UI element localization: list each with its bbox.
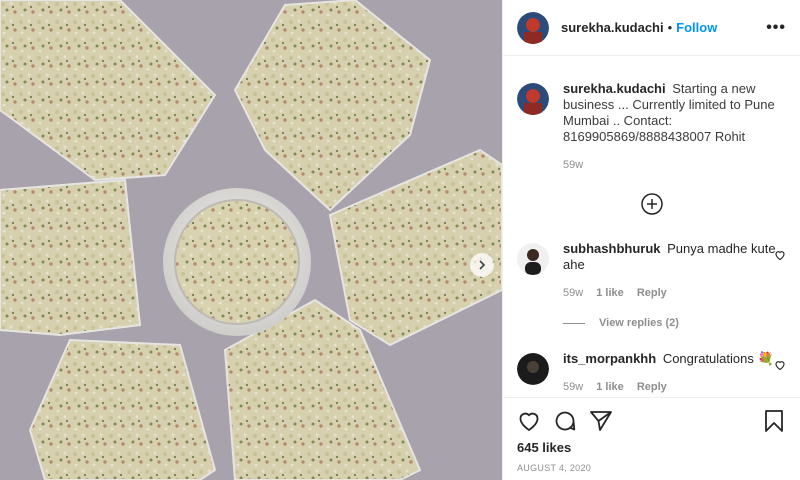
- comment-text: Congratulations 💐: [662, 351, 774, 366]
- action-icons: [517, 406, 786, 436]
- view-replies-button[interactable]: View replies (2): [563, 317, 679, 329]
- separator-dot: •: [667, 20, 673, 35]
- caption: surekha.kudachi Starting a new business …: [517, 81, 786, 173]
- next-image-button[interactable]: [470, 253, 494, 277]
- post-side-panel: surekha.kudachi • Follow ••• surekha.kud…: [502, 0, 800, 480]
- comment-meta: 59w 1 like Reply: [563, 379, 786, 395]
- post-image: [0, 0, 502, 480]
- comment-icon[interactable]: [553, 409, 577, 433]
- chevron-right-icon: [477, 260, 487, 270]
- bookmark-icon[interactable]: [762, 409, 786, 433]
- comment-age[interactable]: 59w: [563, 381, 583, 393]
- heart-icon[interactable]: [517, 409, 541, 433]
- plus-circle-icon: [640, 193, 664, 219]
- post-date[interactable]: AUGUST 4, 2020: [517, 463, 786, 473]
- load-more-comments-button[interactable]: [640, 192, 664, 216]
- commenter-avatar[interactable]: [517, 353, 549, 385]
- comment-username[interactable]: its_morpankhh: [563, 351, 656, 366]
- comment-item: its_morpankhh Congratulations 💐 59w 1 li…: [517, 351, 786, 395]
- caption-meta: 59w: [563, 157, 786, 173]
- comment-like-count[interactable]: 1 like: [596, 287, 624, 299]
- caption-age[interactable]: 59w: [563, 159, 583, 171]
- comment-heart-icon[interactable]: [774, 249, 786, 264]
- comment-meta: 59w 1 like Reply: [563, 285, 786, 301]
- caption-username[interactable]: surekha.kudachi: [563, 81, 666, 96]
- post-header: surekha.kudachi • Follow •••: [503, 0, 800, 56]
- post-photo: [0, 0, 502, 480]
- post-actions: 645 likes AUGUST 4, 2020: [503, 397, 800, 473]
- comment-item: subhashbhuruk Punya madhe kute ahe 59w 1…: [517, 241, 786, 301]
- comment-like-count[interactable]: 1 like: [596, 381, 624, 393]
- reply-button[interactable]: Reply: [637, 287, 667, 299]
- share-icon[interactable]: [589, 409, 613, 433]
- comment-body: its_morpankhh Congratulations 💐 59w 1 li…: [563, 351, 786, 395]
- comment-body: subhashbhuruk Punya madhe kute ahe 59w 1…: [563, 241, 786, 301]
- reply-button[interactable]: Reply: [637, 381, 667, 393]
- follow-button[interactable]: Follow: [676, 20, 717, 35]
- comment-heart-icon[interactable]: [774, 359, 786, 374]
- author-avatar[interactable]: [517, 11, 549, 44]
- replies-divider: [563, 322, 585, 324]
- commenter-avatar[interactable]: [517, 243, 549, 275]
- like-count[interactable]: 645 likes: [517, 440, 786, 455]
- comment-age[interactable]: 59w: [563, 287, 583, 299]
- comment-username[interactable]: subhashbhuruk: [563, 241, 661, 256]
- caption-avatar[interactable]: [517, 83, 549, 115]
- author-username[interactable]: surekha.kudachi: [561, 20, 664, 35]
- view-replies-label: View replies (2): [599, 317, 679, 329]
- comments-list[interactable]: surekha.kudachi Starting a new business …: [503, 57, 800, 397]
- more-options-icon[interactable]: •••: [766, 19, 786, 37]
- caption-body: surekha.kudachi Starting a new business …: [563, 81, 786, 173]
